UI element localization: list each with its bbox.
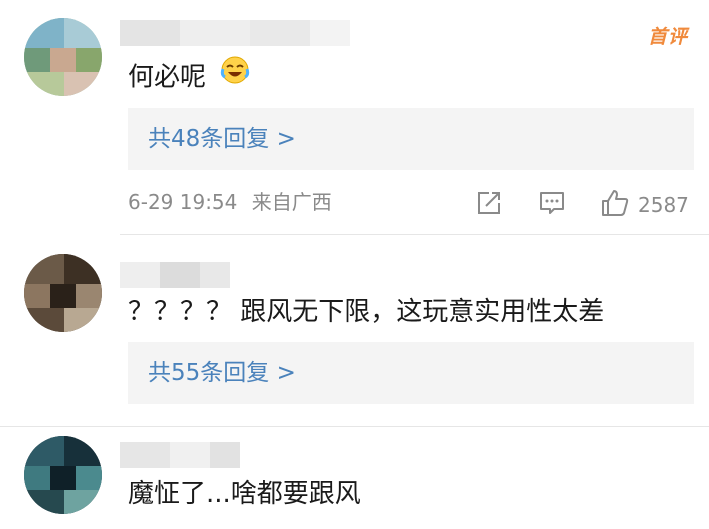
timestamp: 6-29 19:54 [128, 190, 238, 214]
comment-text: ？？？？ 跟风无下限，这玩意实用性太差 [128, 297, 605, 327]
replies-box[interactable]: 共48条回复 > [128, 108, 694, 170]
source-location: 来自广西 [251, 190, 332, 214]
comment-text-content: 何必呢 [128, 62, 207, 93]
replies-box[interactable]: 共55条回复 > [128, 342, 694, 404]
laughing-crying-emoji-icon [220, 55, 250, 95]
divider [120, 234, 709, 235]
like-count: 2587 [638, 193, 689, 217]
username-blurred[interactable] [120, 442, 240, 468]
share-button[interactable] [476, 190, 502, 220]
avatar[interactable] [24, 18, 102, 96]
replies-link[interactable]: 共48条回复 > [148, 108, 296, 170]
comment-text: 魔怔了...啥都要跟风 [128, 479, 361, 509]
comment-button[interactable] [539, 190, 565, 220]
divider [0, 426, 709, 427]
comment-meta: 6-29 19:54 来自广西 [128, 188, 332, 216]
replies-link[interactable]: 共55条回复 > [148, 342, 296, 404]
avatar[interactable] [24, 254, 102, 332]
comment-text: 何必呢 [128, 55, 250, 98]
first-comment-badge: 首评 [648, 26, 689, 48]
like-button[interactable]: 2587 [600, 188, 689, 222]
thumbs-up-icon [600, 188, 630, 222]
username-blurred[interactable] [120, 20, 350, 46]
avatar[interactable] [24, 436, 102, 514]
comment-icon [539, 190, 565, 220]
share-icon [476, 190, 502, 220]
username-blurred[interactable] [120, 262, 230, 288]
